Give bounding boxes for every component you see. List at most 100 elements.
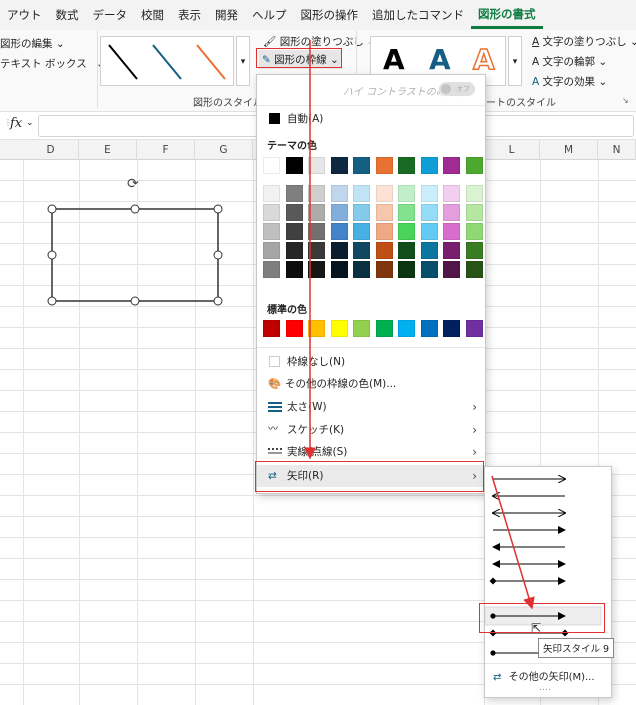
theme-shade-swatch[interactable] <box>375 185 393 202</box>
tab-view[interactable]: 表示 <box>171 0 208 30</box>
theme-shade-swatch[interactable] <box>330 242 348 259</box>
standard-color-swatch[interactable] <box>308 320 325 337</box>
theme-shade-swatch[interactable] <box>375 261 393 278</box>
rotate-handle-icon[interactable]: ⟳ <box>127 176 139 192</box>
standard-color-swatch[interactable] <box>353 320 370 337</box>
theme-shade-swatch[interactable] <box>308 185 325 202</box>
theme-shade-swatch[interactable] <box>353 204 370 221</box>
shape-fill-button[interactable]: 🖌 図形の塗りつぶし ⌄ <box>263 34 376 49</box>
wordart-style-blue[interactable]: A <box>429 43 451 76</box>
theme-shade-swatch[interactable] <box>443 223 460 240</box>
theme-color-swatch[interactable] <box>285 157 303 174</box>
theme-shade-swatch[interactable] <box>285 223 303 240</box>
theme-shade-swatch[interactable] <box>285 242 303 259</box>
theme-shade-swatch[interactable] <box>398 223 415 240</box>
weight-item[interactable]: 太さ(W) › <box>257 396 485 418</box>
theme-shade-swatch[interactable] <box>353 185 370 202</box>
column-header[interactable]: M <box>540 140 598 160</box>
column-header[interactable]: F <box>137 140 195 160</box>
chevron-down-icon[interactable]: ⌄ <box>26 118 34 128</box>
theme-shade-swatch[interactable] <box>375 242 393 259</box>
dialog-launcher-icon[interactable]: ↘ <box>622 96 629 105</box>
tab-developer[interactable]: 開発 <box>208 0 245 30</box>
style-black-line[interactable] <box>108 44 138 80</box>
theme-shade-swatch[interactable] <box>330 185 348 202</box>
theme-shade-swatch[interactable] <box>330 261 348 278</box>
theme-shade-swatch[interactable] <box>353 261 370 278</box>
standard-color-swatch[interactable] <box>263 320 280 337</box>
theme-shade-swatch[interactable] <box>263 261 280 278</box>
theme-color-swatch[interactable] <box>465 157 483 174</box>
fx-icon[interactable]: fx <box>10 116 22 131</box>
no-outline-item[interactable]: 枠線なし(N) <box>257 351 485 373</box>
theme-shade-swatch[interactable] <box>420 261 438 278</box>
theme-shade-swatch[interactable] <box>263 223 280 240</box>
more-outline-colors-item[interactable]: 🎨 その他の枠線の色(M)... <box>257 373 485 395</box>
tab-data[interactable]: データ <box>86 0 135 30</box>
theme-shade-swatch[interactable] <box>420 242 438 259</box>
standard-color-swatch[interactable] <box>285 320 303 337</box>
theme-shade-swatch[interactable] <box>420 185 438 202</box>
selected-rectangle-shape[interactable]: ⟳ <box>40 170 240 310</box>
column-header[interactable]: E <box>79 140 137 160</box>
standard-color-swatch[interactable] <box>420 320 438 337</box>
wordart-more-icon[interactable]: ▾ <box>508 36 522 86</box>
wordart-style-black[interactable]: A <box>383 43 405 76</box>
more-arrows-item[interactable]: ⇄ その他の矢印(M)... <box>493 668 595 683</box>
tab-layout[interactable]: アウト <box>0 0 49 30</box>
theme-shade-swatch[interactable] <box>285 261 303 278</box>
theme-shade-swatch[interactable] <box>398 185 415 202</box>
theme-shade-swatch[interactable] <box>263 185 280 202</box>
theme-color-swatch[interactable] <box>398 157 415 174</box>
theme-shade-swatch[interactable] <box>285 185 303 202</box>
standard-color-swatch[interactable] <box>443 320 460 337</box>
tab-shape-format[interactable]: 図形の書式 <box>471 2 543 29</box>
sketch-item[interactable]: 〰 スケッチ(K) › <box>257 419 485 441</box>
column-header[interactable]: L <box>484 140 540 160</box>
theme-shade-swatch[interactable] <box>465 242 483 259</box>
wordart-style-orange[interactable]: A <box>472 42 495 77</box>
tab-help[interactable]: ヘルプ <box>245 0 294 30</box>
dashes-item[interactable]: 実線/点線(S) › <box>257 441 485 463</box>
standard-color-swatch[interactable] <box>465 320 483 337</box>
theme-color-swatch[interactable] <box>330 157 348 174</box>
theme-color-swatch[interactable] <box>420 157 438 174</box>
text-fill-button[interactable]: A 文字の塗りつぶし ⌄ <box>532 34 636 49</box>
theme-shade-swatch[interactable] <box>353 223 370 240</box>
text-box-button[interactable]: テキスト ボックス ⌄ <box>0 56 105 71</box>
resize-handles[interactable] <box>47 204 223 306</box>
theme-shade-swatch[interactable] <box>465 185 483 202</box>
theme-shade-swatch[interactable] <box>353 242 370 259</box>
tab-review[interactable]: 校閲 <box>134 0 171 30</box>
standard-color-swatch[interactable] <box>330 320 348 337</box>
theme-shade-swatch[interactable] <box>375 204 393 221</box>
theme-shade-swatch[interactable] <box>308 204 325 221</box>
theme-shade-swatch[interactable] <box>308 223 325 240</box>
theme-shade-swatch[interactable] <box>330 223 348 240</box>
theme-shade-swatch[interactable] <box>443 261 460 278</box>
theme-color-swatch[interactable] <box>375 157 393 174</box>
theme-shade-swatch[interactable] <box>398 204 415 221</box>
theme-shade-swatch[interactable] <box>443 242 460 259</box>
theme-shade-swatch[interactable] <box>330 204 348 221</box>
theme-shade-swatch[interactable] <box>465 261 483 278</box>
style-blue-line[interactable] <box>152 44 182 80</box>
theme-shade-swatch[interactable] <box>443 204 460 221</box>
tab-added-commands[interactable]: 追加したコマンド <box>365 0 471 30</box>
auto-color-item[interactable]: 自動(A) <box>257 108 485 130</box>
theme-shade-swatch[interactable] <box>308 242 325 259</box>
theme-shade-swatch[interactable] <box>420 204 438 221</box>
column-header[interactable]: G <box>195 140 253 160</box>
theme-shade-swatch[interactable] <box>285 204 303 221</box>
theme-color-swatch[interactable] <box>443 157 460 174</box>
tab-formulas[interactable]: 数式 <box>49 0 86 30</box>
style-orange-line[interactable] <box>196 44 226 80</box>
theme-color-swatch[interactable] <box>353 157 370 174</box>
standard-color-swatch[interactable] <box>398 320 415 337</box>
theme-shade-swatch[interactable] <box>465 204 483 221</box>
theme-shade-swatch[interactable] <box>375 223 393 240</box>
gallery-more-icon[interactable]: ▾ <box>236 36 250 86</box>
tab-shape-operations[interactable]: 図形の操作 <box>294 0 366 30</box>
theme-shade-swatch[interactable] <box>443 185 460 202</box>
column-header[interactable]: N <box>598 140 636 160</box>
